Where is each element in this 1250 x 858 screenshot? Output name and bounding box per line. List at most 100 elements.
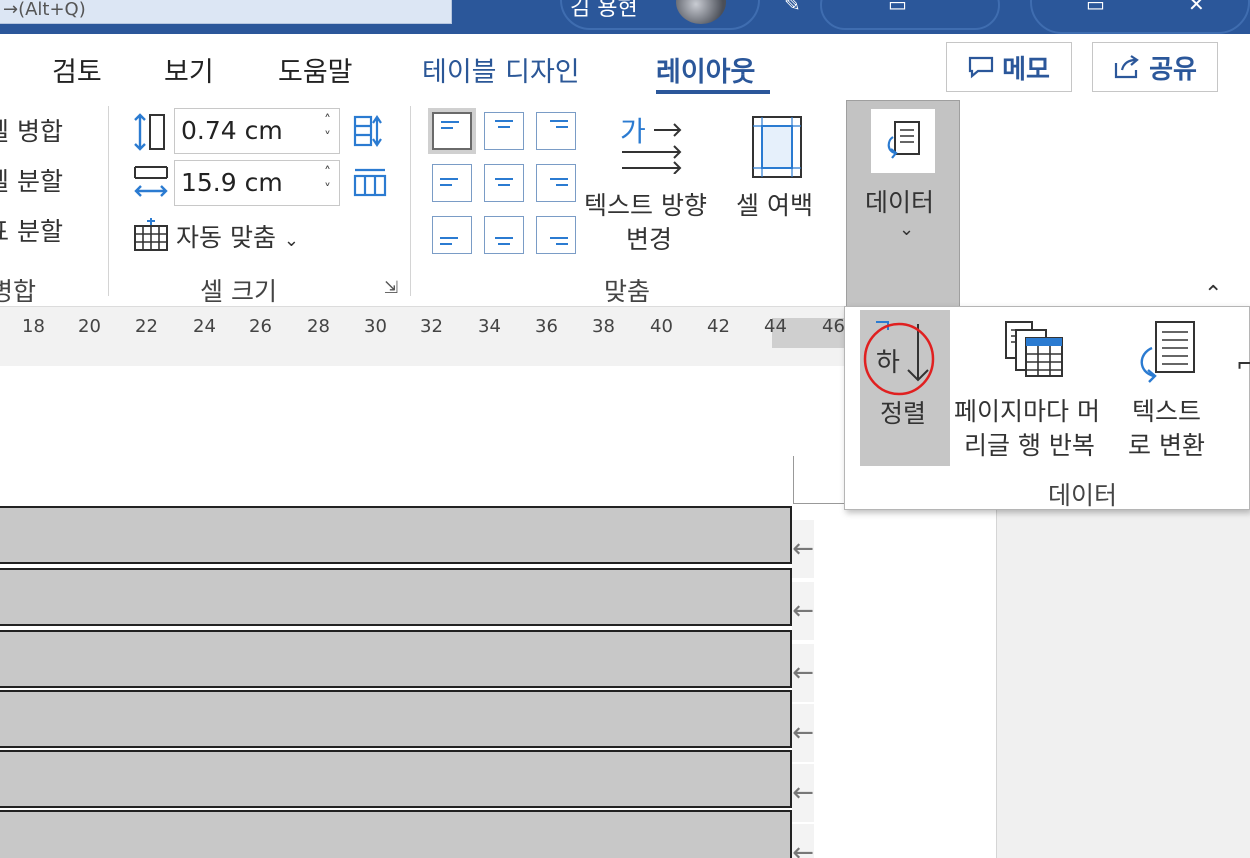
group-separator	[410, 106, 411, 296]
formula-button-partial[interactable]: ⌐	[1236, 350, 1250, 378]
merge-group-label: 병합	[0, 277, 37, 306]
text-direction-glyph: 가	[620, 115, 646, 148]
data-group-label: 데이터	[1048, 481, 1118, 510]
tab-table-design[interactable]: 테이블 디자인	[422, 50, 580, 89]
ruler-tick: 34	[478, 316, 501, 337]
end-of-row-icon: ←	[792, 824, 814, 858]
table-row[interactable]	[0, 810, 792, 858]
row-height-input[interactable]: 0.74 cm ˄ ˅	[174, 108, 340, 154]
ruler-tick: 18	[22, 316, 45, 337]
column-width-icon	[134, 166, 168, 197]
text-direction-label-2: 변경	[626, 225, 673, 254]
align-center-left-button[interactable]	[432, 164, 472, 202]
align-bottom-left-button[interactable]	[432, 216, 472, 254]
chevron-down-icon: ⌄	[899, 219, 915, 240]
table-row[interactable]	[0, 506, 792, 564]
align-bottom-center-button[interactable]	[484, 216, 524, 254]
repeat-header-label: 페이지마다 머	[954, 397, 1100, 426]
text-direction-button[interactable]: 가 텍스트 방향 변경	[584, 110, 720, 260]
cell-size-group-label: 셀 크기	[200, 277, 277, 306]
end-of-row-icon: ←	[792, 764, 814, 822]
search-box[interactable]: →(Alt+Q)	[0, 0, 452, 24]
row-height-value: 0.74 cm	[181, 116, 283, 145]
table-row[interactable]	[0, 630, 792, 688]
cell-margins-button[interactable]: 셀 여백	[734, 112, 826, 222]
title-bar-pattern	[1030, 0, 1250, 34]
ruler-tick: 36	[535, 316, 558, 337]
distribute-columns-icon[interactable]	[352, 164, 388, 198]
ruler-tick: 28	[307, 316, 330, 337]
split-table-button[interactable]: 표 분할	[0, 212, 63, 248]
end-of-row-icon: ←	[792, 644, 814, 702]
align-center-right-button[interactable]	[536, 164, 576, 202]
pen-icon[interactable]: ✎	[784, 0, 801, 16]
ruler-tick: 24	[193, 316, 216, 337]
autofit-icon	[134, 218, 168, 251]
memo-button[interactable]: 메모	[946, 42, 1072, 92]
end-of-row-icon: ←	[792, 520, 814, 578]
sort-label: 정렬	[880, 399, 927, 428]
tab-layout[interactable]: 레이아웃	[656, 50, 755, 89]
active-tab-indicator	[656, 90, 770, 94]
align-center-button[interactable]	[484, 164, 524, 202]
split-cells-button[interactable]: 셀 분할	[0, 162, 63, 198]
ruler-tick: 38	[592, 316, 615, 337]
ruler-tick: 42	[707, 316, 730, 337]
search-hint: →(Alt+Q)	[3, 0, 86, 20]
tab-view[interactable]: 보기	[164, 50, 214, 89]
ruler-tick: 20	[78, 316, 101, 337]
convert-label: 텍스트	[1132, 397, 1202, 426]
user-name[interactable]: 김 용현	[570, 0, 638, 22]
end-of-row-icon: ←	[792, 704, 814, 762]
cell-margins-label: 셀 여백	[736, 191, 813, 220]
sort-icon	[863, 321, 935, 396]
close-icon[interactable]: ✕	[1188, 0, 1205, 16]
autofit-button[interactable]: 자동 맞춤 ⌄	[176, 218, 299, 254]
data-icon	[887, 121, 920, 159]
tab-help[interactable]: 도움말	[278, 50, 353, 89]
end-of-row-icon: ←	[792, 582, 814, 640]
share-button[interactable]: 공유	[1092, 42, 1218, 92]
memo-label: 메모	[1002, 54, 1050, 85]
table-row[interactable]	[0, 750, 792, 808]
ruler-tick: 46	[822, 316, 845, 337]
ruler-tick: 32	[420, 316, 443, 337]
table-row[interactable]	[0, 568, 792, 626]
ruler-tick: 22	[135, 316, 158, 337]
ruler-tick: 30	[364, 316, 387, 337]
data-button-label: 데이터	[865, 188, 935, 217]
convert-to-text-button[interactable]: 텍스트 로 변환	[1124, 314, 1220, 464]
ruler-tick: 44	[764, 316, 787, 337]
convert-label-2: 로 변환	[1128, 431, 1205, 460]
row-height-spinner[interactable]: ˄ ˅	[324, 113, 331, 147]
data-dropdown-button[interactable]: 데이터 ⌄	[846, 100, 960, 310]
repeat-header-label-2: 리글 행 반복	[964, 431, 1095, 460]
table-row[interactable]	[0, 690, 792, 748]
align-bottom-right-button[interactable]	[536, 216, 576, 254]
ribbon-display-icon[interactable]: ▭	[888, 0, 907, 16]
restore-icon[interactable]: ▭	[1086, 0, 1105, 16]
column-width-spinner[interactable]: ˄ ˅	[324, 165, 331, 199]
column-width-input[interactable]: 15.9 cm ˄ ˅	[174, 160, 340, 206]
align-top-center-button[interactable]	[484, 112, 524, 150]
repeat-header-icon	[1005, 321, 1063, 377]
align-top-left-button[interactable]	[428, 108, 476, 154]
ruler-tick: 40	[650, 316, 673, 337]
merge-cells-button[interactable]: 셀 병합	[0, 112, 63, 148]
tab-review[interactable]: 검토	[52, 50, 102, 89]
sort-glyph: 하	[876, 348, 900, 378]
group-separator	[108, 106, 109, 296]
data-icon-box	[871, 109, 935, 173]
column-width-value: 15.9 cm	[181, 168, 283, 197]
dialog-launcher-icon[interactable]: ⇲	[384, 278, 398, 298]
collapse-ribbon-icon[interactable]: ⌃	[1204, 282, 1222, 307]
comment-icon	[968, 56, 994, 79]
alignment-group-label: 맞춤	[604, 277, 651, 306]
repeat-header-rows-button[interactable]: 페이지마다 머 리글 행 반복	[954, 314, 1118, 464]
title-bar: →(Alt+Q) 김 용현 ✎ ▭ ▭ ✕	[0, 0, 1250, 34]
margin-guide	[793, 503, 845, 504]
align-top-right-button[interactable]	[536, 112, 576, 150]
distribute-rows-icon[interactable]	[352, 114, 388, 148]
cell-margins-icon	[752, 116, 802, 178]
autofit-label: 자동 맞춤	[176, 223, 276, 252]
